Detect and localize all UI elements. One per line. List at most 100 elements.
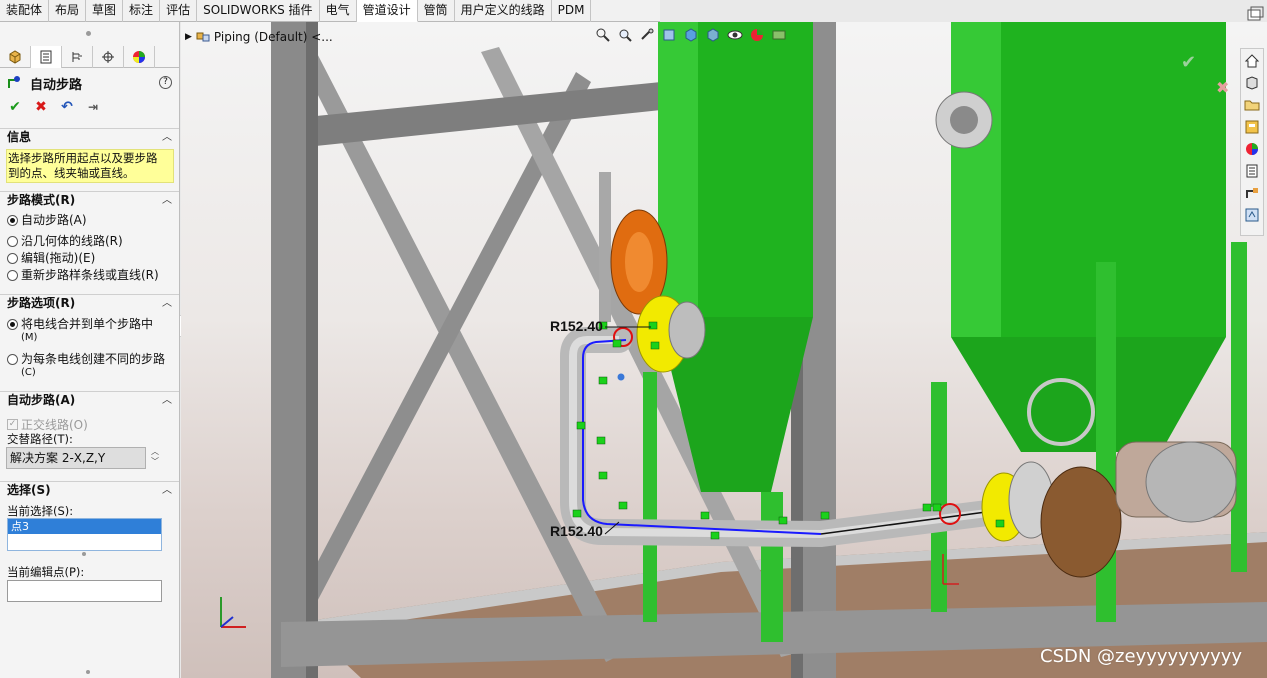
routing-library-icon[interactable] <box>1243 184 1261 202</box>
custom-properties-icon[interactable] <box>1243 162 1261 180</box>
radio-along-geometry[interactable]: 沿几何体的线路(R) <box>7 234 123 250</box>
property-manager-tab[interactable] <box>31 46 62 68</box>
feature-title-text: 自动步路 <box>30 77 83 93</box>
radio-separate-routes[interactable]: 为每条电线创建不同的步路 (C) <box>7 352 165 382</box>
configuration-tab[interactable] <box>62 46 93 68</box>
tab-user-routes[interactable]: 用户定义的线路 <box>455 0 552 22</box>
frame-post <box>271 22 306 678</box>
current-selection-list[interactable]: 点3 <box>7 518 162 551</box>
pin-button[interactable]: ⇥ <box>84 98 102 116</box>
info-line-2: 到的点、线夹轴或直线。 <box>8 166 135 180</box>
motor-housing <box>1145 441 1237 523</box>
zoom-area-icon[interactable] <box>617 27 633 43</box>
tab-piping[interactable]: 管道设计 <box>356 0 418 22</box>
radio-shortcut: (M) <box>21 332 38 343</box>
vent-pipe <box>599 172 611 322</box>
solution-spinner[interactable]: ︿ ﹀ <box>148 447 162 469</box>
section-view-icon[interactable] <box>661 27 677 43</box>
help-icon[interactable]: ? <box>159 76 172 89</box>
checkbox-box[interactable]: ✓ <box>7 419 18 430</box>
radio-dot[interactable] <box>7 354 18 365</box>
radio-edit-drag[interactable]: 编辑(拖动)(E) <box>7 251 95 267</box>
spin-down-icon[interactable]: ﹀ <box>148 457 162 467</box>
radio-merge-wires[interactable]: 将电线合并到单个步路中 (M) <box>7 317 153 347</box>
radio-label: 将电线合并到单个步路中 <box>21 317 154 331</box>
top-beam <box>306 82 661 147</box>
dimxpert-tab[interactable] <box>93 46 124 68</box>
info-line-1: 选择步路所用起点以及要步路 <box>8 151 158 165</box>
collapse-chevron-icon[interactable]: ︿ <box>162 129 172 146</box>
tab-assembly[interactable]: 装配体 <box>0 0 50 22</box>
list-item[interactable]: 点3 <box>8 519 161 534</box>
solution-select[interactable]: 解决方案 2-X,Z,Y <box>6 447 146 469</box>
tab-tubing[interactable]: 管筒 <box>418 0 455 22</box>
tab-sketch[interactable]: 草图 <box>86 0 124 22</box>
previous-view-icon[interactable] <box>639 27 655 43</box>
tab-layout[interactable]: 布局 <box>49 0 87 22</box>
route-point[interactable] <box>617 373 625 381</box>
collapse-chevron-icon[interactable]: ︿ <box>162 392 172 409</box>
resize-grip[interactable] <box>86 670 90 674</box>
feature-tree-icon <box>9 50 21 64</box>
confirm-corner-x-icon[interactable]: ✖ <box>1216 78 1229 97</box>
resize-grip[interactable] <box>82 552 86 556</box>
radius-dimension[interactable]: R152.40 <box>550 523 603 539</box>
orange-flange-face <box>625 232 653 292</box>
routing-mode-header[interactable]: 步路模式(R) ︿ <box>0 191 179 209</box>
routing-options-header[interactable]: 步路选项(R) ︿ <box>0 294 179 312</box>
cancel-button[interactable]: ✖ <box>32 98 50 116</box>
collapse-chevron-icon[interactable]: ︿ <box>162 192 172 209</box>
routing-mode-header-text: 步路模式(R) <box>7 193 76 207</box>
collapse-chevron-icon[interactable]: ︿ <box>162 295 172 312</box>
radio-dot[interactable] <box>7 236 18 247</box>
radio-auto-route[interactable]: 自动步路(A) <box>7 213 87 229</box>
radio-reroute-spline[interactable]: 重新步路样条线或直线(R) <box>7 268 159 284</box>
appearances-icon[interactable] <box>1243 140 1261 158</box>
tank-leg <box>761 492 783 642</box>
3d-scene[interactable] <box>181 22 1267 678</box>
selection-header[interactable]: 选择(S) ︿ <box>0 481 179 499</box>
spin-up-icon[interactable]: ︿ <box>148 447 162 457</box>
breadcrumb[interactable]: ▶ Piping (Default) <... <box>185 30 333 44</box>
radio-dot[interactable] <box>7 253 18 264</box>
undo-button[interactable]: ↶ <box>58 98 76 116</box>
appearance-icon[interactable] <box>749 27 765 43</box>
routing-options-header-text: 步路选项(R) <box>7 296 76 310</box>
display-manager-tab[interactable] <box>124 46 155 68</box>
radio-dot[interactable] <box>7 319 18 330</box>
hide-show-icon[interactable] <box>727 27 743 43</box>
tab-electrical[interactable]: 电气 <box>320 0 357 22</box>
radio-dot[interactable] <box>7 215 18 226</box>
tab-evaluate[interactable]: 评估 <box>160 0 198 22</box>
radio-dot[interactable] <box>7 270 18 281</box>
zoom-to-fit-icon[interactable] <box>595 27 611 43</box>
radius-dimension[interactable]: R152.40 <box>550 318 603 334</box>
window-restore-icon[interactable] <box>1243 6 1265 24</box>
design-library-icon[interactable] <box>1243 74 1261 92</box>
panel-grip[interactable] <box>86 31 91 36</box>
graphics-area[interactable]: ▶ Piping (Default) <... R152.40 R152.40 … <box>181 22 1267 678</box>
auto-route-header[interactable]: 自动步路(A) ︿ <box>0 391 179 409</box>
tab-markup[interactable]: 标注 <box>123 0 161 22</box>
breadcrumb-text[interactable]: Piping (Default) <... <box>214 30 333 44</box>
view-palette-icon[interactable] <box>1243 118 1261 136</box>
home-icon[interactable] <box>1243 52 1261 70</box>
confirm-corner-check-icon[interactable]: ✔ <box>1181 52 1196 73</box>
tank-leg <box>643 372 657 622</box>
electrical-library-icon[interactable] <box>1243 206 1261 224</box>
collapse-chevron-icon[interactable]: ︿ <box>162 482 172 499</box>
display-style-icon[interactable] <box>705 27 721 43</box>
tab-addins[interactable]: SOLIDWORKS 插件 <box>197 0 320 22</box>
scene-icon[interactable] <box>771 27 787 43</box>
info-section-header[interactable]: 信息 ︿ <box>0 128 179 146</box>
feature-tree-tab[interactable] <box>0 46 31 68</box>
ok-button[interactable]: ✔ <box>6 98 24 116</box>
file-explorer-icon[interactable] <box>1243 96 1261 114</box>
auto-route-icon <box>8 76 20 88</box>
view-orientation-icon[interactable] <box>683 27 699 43</box>
auto-route-header-text: 自动步路(A) <box>7 393 76 407</box>
tab-pdm[interactable]: PDM <box>552 0 592 22</box>
radio-label: 重新步路样条线或直线(R) <box>21 268 159 282</box>
edit-point-input[interactable] <box>7 580 162 602</box>
expand-arrow-icon[interactable]: ▶ <box>185 32 192 42</box>
